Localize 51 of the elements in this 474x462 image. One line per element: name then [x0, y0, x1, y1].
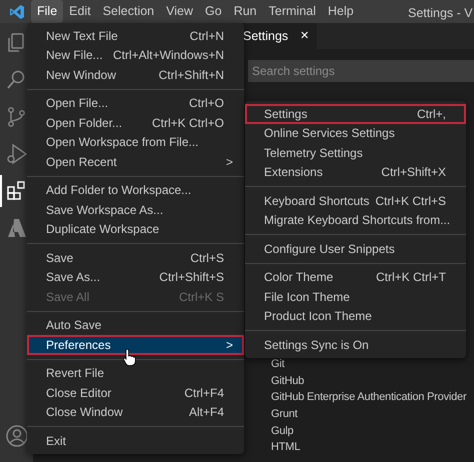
menu-item[interactable]: View	[160, 0, 200, 23]
menu-item[interactable]: New Text File Ctrl+N	[27, 26, 244, 46]
settings-tree-item[interactable]: Grunt	[271, 406, 474, 423]
settings-tree-item[interactable]: Git	[271, 356, 474, 373]
menu-item[interactable]: Go	[199, 0, 228, 23]
settings-tree-item[interactable]: GitHub Enterprise Authentication Provider	[271, 389, 474, 406]
menu-item[interactable]: Run	[228, 0, 263, 23]
menu-item[interactable]: Auto Save	[27, 316, 244, 335]
account-icon[interactable]	[5, 424, 29, 448]
menu-item[interactable]: Extensions Ctrl+Shift+X	[245, 162, 466, 182]
search-field[interactable]: Search settings	[248, 60, 474, 82]
menu-item[interactable]: Color Theme Ctrl+K Ctrl+T	[245, 268, 466, 287]
menu-item[interactable]: File Icon Theme	[245, 287, 466, 306]
menu-item[interactable]: Help	[322, 0, 360, 23]
menu-item[interactable]: New File... Ctrl+Alt+Windows+N	[27, 46, 244, 65]
menu-item[interactable]: Keyboard Shortcuts Ctrl+K Ctrl+S	[245, 191, 466, 210]
menu-item[interactable]: Terminal	[262, 0, 322, 23]
settings-tree-item[interactable]: Gulp	[271, 422, 474, 440]
menu-item[interactable]: Save Workspace As...	[27, 200, 244, 220]
menu-item[interactable]: Configure User Snippets	[245, 239, 466, 258]
menu-item[interactable]: Preferences >	[27, 335, 244, 354]
window-title: Settings - V	[408, 5, 473, 22]
close-icon[interactable]: ✕	[300, 28, 310, 44]
menu-item[interactable]: Settings Sync is On	[245, 335, 466, 354]
menu-item[interactable]: Duplicate Workspace	[27, 220, 244, 239]
menu-item[interactable]: Telemetry Settings	[245, 143, 466, 162]
menu-item[interactable]: Save Ctrl+S	[27, 248, 244, 268]
menu-item[interactable]: Edit	[63, 0, 97, 23]
menu-item[interactable]: File	[31, 0, 64, 23]
settings-tree-item[interactable]: HTML	[271, 439, 474, 456]
menu-item[interactable]: Close Editor Ctrl+F4	[27, 383, 244, 402]
menu-item[interactable]: Selection	[96, 0, 160, 23]
menu-item[interactable]: New Window Ctrl+Shift+N	[27, 65, 244, 84]
menu-item[interactable]: Open File... Ctrl+O	[27, 94, 244, 113]
menu-item[interactable]: Product Icon Theme	[245, 306, 466, 326]
menu-item[interactable]: Add Folder to Workspace...	[27, 180, 244, 200]
menu-item[interactable]: Open Recent >	[27, 152, 244, 172]
menu-item[interactable]: Open Workspace from File...	[27, 132, 244, 152]
menu-item[interactable]: Online Services Settings	[245, 124, 466, 143]
run-debug-icon[interactable]	[4, 142, 28, 166]
menu-item[interactable]: Settings Ctrl+,	[245, 104, 466, 124]
settings-tree-item[interactable]: GitHub	[271, 372, 474, 390]
hand-cursor-icon	[123, 349, 136, 366]
menu-item[interactable]: Exit	[27, 431, 244, 450]
tab-label: Settings	[243, 28, 288, 45]
menu-item[interactable]: Close Window Alt+F4	[27, 402, 244, 422]
app-logo-icon[interactable]	[9, 4, 25, 20]
menu-item[interactable]: Save As... Ctrl+Shift+S	[27, 268, 244, 287]
menu-item[interactable]: Revert File	[27, 364, 244, 383]
menu-item[interactable]: Open Folder... Ctrl+K Ctrl+O	[27, 113, 244, 132]
menu-item[interactable]: Migrate Keyboard Shortcuts from...	[245, 210, 466, 230]
